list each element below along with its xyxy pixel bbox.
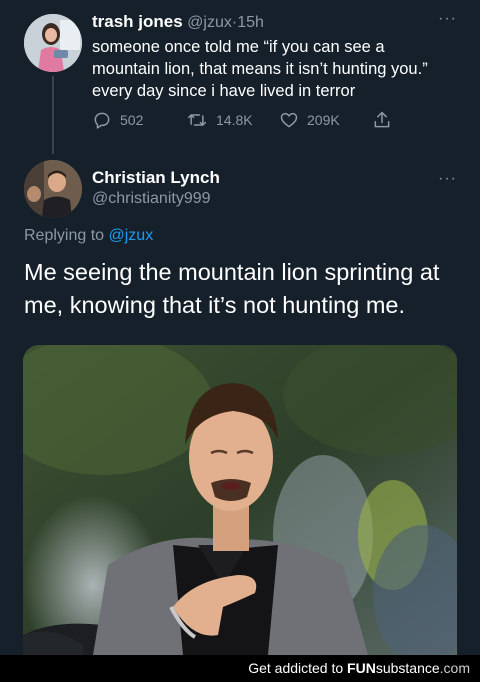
thread-connector — [52, 76, 54, 154]
author-name[interactable]: trash jones — [92, 12, 183, 31]
brand-tld: .com — [439, 660, 470, 676]
tweet-text: someone once told me “if you can see a m… — [92, 38, 428, 100]
tweet-header: trash jones @jzux·15h — [92, 12, 264, 32]
reply-button[interactable]: 502 — [92, 110, 143, 130]
like-count: 209K — [307, 112, 340, 128]
more-options-icon[interactable]: ··· — [438, 170, 457, 188]
watermark-prefix: Get addicted to — [248, 660, 348, 676]
author-handle-row: @christianity999 — [92, 190, 211, 208]
brand-substance: substance — [375, 660, 440, 676]
original-tweet: trash jones @jzux·15h ··· someone once t… — [0, 0, 480, 154]
share-icon — [374, 111, 390, 128]
avatar[interactable] — [24, 160, 82, 218]
tweet-actions: 502 14.8K 209K — [92, 110, 402, 132]
more-options-icon[interactable]: ··· — [438, 10, 457, 28]
avatar-photo-icon — [24, 160, 82, 218]
retweet-icon — [187, 114, 207, 126]
like-icon — [280, 112, 298, 128]
replying-to-link[interactable]: @jzux — [109, 227, 154, 244]
author-handle[interactable]: @jzux — [187, 14, 232, 31]
watermark-footer: Get addicted to FUNsubstance.com — [0, 655, 480, 682]
reply-count: 502 — [120, 112, 144, 128]
brand-fun: FUN — [347, 660, 376, 676]
tweet-text: Me seeing the mountain lion sprinting at… — [24, 259, 440, 318]
share-button[interactable] — [372, 110, 400, 130]
avatar-photo-icon — [24, 14, 82, 72]
reply-icon — [94, 112, 110, 129]
retweet-count: 14.8K — [216, 112, 253, 128]
author-name-row: Christian Lynch — [92, 168, 220, 188]
replying-to-line: Replying to @jzux — [24, 227, 153, 245]
tweet-timestamp[interactable]: 15h — [237, 14, 264, 31]
like-button[interactable]: 209K — [279, 110, 340, 130]
author-handle[interactable]: @christianity999 — [92, 190, 211, 207]
tweet-media-image[interactable] — [23, 345, 457, 655]
replying-to-label: Replying to — [24, 227, 105, 244]
retweet-button[interactable]: 14.8K — [186, 110, 253, 130]
reaction-photo-icon — [23, 345, 457, 655]
author-name[interactable]: Christian Lynch — [92, 168, 220, 187]
avatar[interactable] — [24, 14, 82, 72]
watermark-text[interactable]: Get addicted to FUNsubstance.com — [248, 660, 470, 676]
